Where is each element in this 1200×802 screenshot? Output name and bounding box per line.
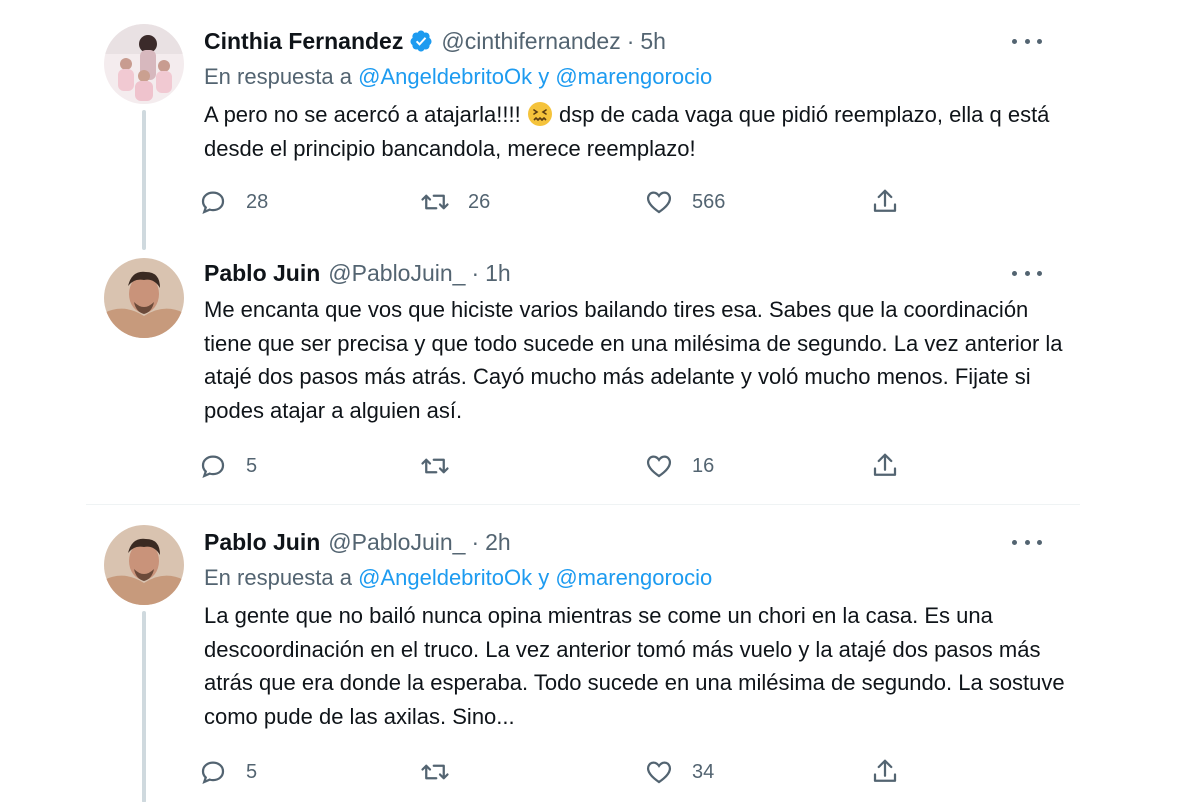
author-name[interactable]: Pablo Juin bbox=[204, 260, 320, 287]
reply-and: y bbox=[538, 565, 550, 590]
thread-line bbox=[142, 611, 146, 802]
tweet-header: Pablo Juin @PabloJuin_ · 1h bbox=[204, 258, 511, 288]
mention-marengorocio[interactable]: @marengorocio bbox=[555, 565, 712, 590]
confounded-face-emoji bbox=[527, 101, 553, 127]
tweet-timestamp[interactable]: 2h bbox=[485, 529, 511, 556]
like-count: 16 bbox=[692, 454, 715, 477]
author-handle[interactable]: @PabloJuin_ bbox=[328, 260, 465, 287]
separator-dot: · bbox=[471, 528, 480, 555]
mention-angeldebrito[interactable]: @AngeldebritoOk bbox=[358, 565, 532, 590]
avatar-image bbox=[104, 24, 184, 104]
avatar-image bbox=[104, 258, 184, 338]
mention-marengorocio[interactable]: @marengorocio bbox=[555, 64, 712, 89]
reply-prefix: En respuesta a bbox=[204, 64, 352, 89]
reply-context: En respuesta a @AngeldebritoOk y @mareng… bbox=[204, 565, 712, 591]
reply-button[interactable]: 28 bbox=[198, 185, 268, 219]
share-button[interactable] bbox=[870, 449, 900, 483]
tweet-header: Pablo Juin @PabloJuin_ · 2h bbox=[204, 527, 511, 557]
avatar-cinthia[interactable] bbox=[104, 24, 184, 104]
retweet-button[interactable]: 26 bbox=[420, 185, 490, 219]
retweet-icon bbox=[421, 194, 449, 210]
like-button[interactable]: 566 bbox=[644, 185, 725, 219]
avatar-image bbox=[104, 525, 184, 605]
tweet-text: A pero no se acercó a atajarla!!!! dsp d… bbox=[204, 98, 1074, 165]
separator-dot: · bbox=[471, 259, 480, 286]
heart-icon bbox=[646, 455, 672, 478]
heart-icon bbox=[646, 761, 672, 784]
retweet-icon bbox=[421, 458, 449, 474]
tweet-actions: 5 16 bbox=[198, 449, 918, 483]
tweet-timestamp[interactable]: 1h bbox=[485, 260, 511, 287]
author-handle[interactable]: @PabloJuin_ bbox=[328, 529, 465, 556]
tweet-pablo-1h[interactable]: Pablo Juin @PabloJuin_ · 1h Me encanta q… bbox=[86, 250, 1080, 498]
like-count: 566 bbox=[692, 190, 726, 213]
tweet-text: Me encanta que vos que hiciste varios ba… bbox=[204, 297, 1063, 423]
share-icon bbox=[873, 759, 897, 782]
author-handle[interactable]: @cinthifernandez bbox=[441, 28, 620, 55]
reply-and: y bbox=[538, 64, 550, 89]
like-count: 34 bbox=[692, 760, 715, 783]
share-icon bbox=[873, 189, 897, 212]
verified-badge-icon bbox=[409, 29, 433, 53]
tweet-header: Cinthia Fernandez @cinthifernandez · 5h bbox=[204, 26, 666, 56]
more-options-icon[interactable] bbox=[1012, 263, 1042, 283]
share-icon bbox=[873, 453, 897, 476]
retweet-icon bbox=[421, 764, 449, 780]
reply-count: 5 bbox=[246, 454, 258, 477]
tweet-actions: 5 34 bbox=[198, 755, 918, 789]
more-options-icon[interactable] bbox=[1012, 532, 1042, 552]
reply-icon bbox=[201, 191, 225, 215]
reply-button[interactable]: 5 bbox=[198, 449, 257, 483]
tweet-pablo-2h[interactable]: Pablo Juin @PabloJuin_ · 2h En respuesta… bbox=[86, 504, 1080, 802]
retweet-button[interactable] bbox=[420, 449, 468, 483]
tweet-text: La gente que no bailó nunca opina mientr… bbox=[204, 603, 1065, 729]
reply-icon bbox=[201, 455, 225, 479]
thread-line bbox=[142, 110, 146, 250]
reply-prefix: En respuesta a bbox=[204, 565, 352, 590]
reply-count: 28 bbox=[246, 190, 269, 213]
retweet-count: 26 bbox=[468, 190, 491, 213]
avatar-pablo[interactable] bbox=[104, 525, 184, 605]
share-button[interactable] bbox=[870, 185, 900, 219]
tweet-timestamp[interactable]: 5h bbox=[640, 28, 666, 55]
reply-icon bbox=[201, 761, 225, 785]
more-options-icon[interactable] bbox=[1012, 31, 1042, 51]
heart-icon bbox=[646, 191, 672, 214]
reply-button[interactable]: 5 bbox=[198, 755, 257, 789]
share-button[interactable] bbox=[870, 755, 900, 789]
reply-count: 5 bbox=[246, 760, 258, 783]
retweet-button[interactable] bbox=[420, 755, 468, 789]
separator-dot: · bbox=[626, 27, 635, 54]
tweet-text-part1: A pero no se acercó a atajarla!!!! bbox=[204, 102, 527, 127]
author-name[interactable]: Cinthia Fernandez bbox=[204, 28, 403, 55]
like-button[interactable]: 16 bbox=[644, 449, 714, 483]
author-name[interactable]: Pablo Juin bbox=[204, 529, 320, 556]
tweet-actions: 28 26 566 bbox=[198, 185, 918, 219]
reply-context: En respuesta a @AngeldebritoOk y @mareng… bbox=[204, 64, 712, 90]
avatar-pablo[interactable] bbox=[104, 258, 184, 338]
tweet-cinthia[interactable]: Cinthia Fernandez @cinthifernandez · 5h … bbox=[86, 10, 1080, 250]
mention-angeldebrito[interactable]: @AngeldebritoOk bbox=[358, 64, 532, 89]
like-button[interactable]: 34 bbox=[644, 755, 714, 789]
